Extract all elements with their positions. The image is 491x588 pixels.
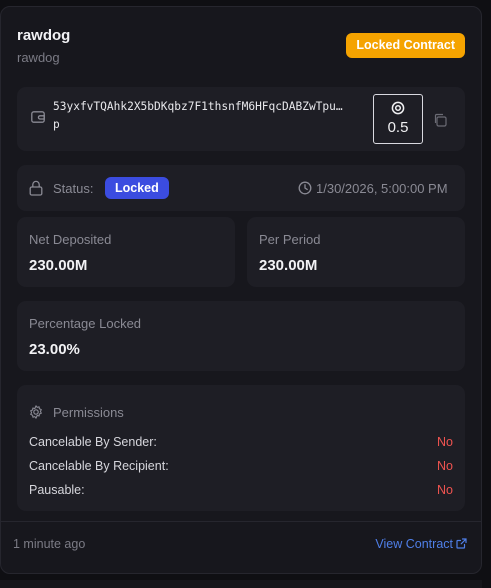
external-link-icon xyxy=(456,538,467,549)
permission-row: Cancelable By Recipient: No xyxy=(29,459,453,473)
unlock-date: 1/30/2026, 5:00:00 PM xyxy=(316,181,448,196)
permission-value: No xyxy=(437,435,453,449)
per-period-panel: Per Period 230.00M xyxy=(247,217,465,287)
clock-icon xyxy=(298,181,312,195)
per-period-label: Per Period xyxy=(259,232,321,247)
address-panel: 53yxfvTQAhk2X5bDKqbz7F1thsnfM6HFqcDABZwT… xyxy=(17,87,465,151)
permission-row: Pausable: No xyxy=(29,483,453,497)
per-period-value: 230.00M xyxy=(259,257,318,274)
permission-value: No xyxy=(437,459,453,473)
percentage-locked-panel: Percentage Locked 23.00% xyxy=(17,301,465,371)
percentage-locked-label: Percentage Locked xyxy=(29,316,142,331)
qr-code-button[interactable]: 0.5 xyxy=(373,94,423,144)
permissions-title: Permissions xyxy=(53,405,124,420)
status-label: Status: xyxy=(53,181,94,196)
contract-type-badge: Locked Contract xyxy=(346,33,465,58)
contract-card: rawdog rawdog Locked Contract 53yxfvTQAh… xyxy=(0,6,482,574)
gear-icon xyxy=(30,405,42,419)
lock-icon xyxy=(29,180,43,196)
net-deposited-panel: Net Deposited 230.00M xyxy=(17,217,235,287)
view-contract-link[interactable]: View Contract xyxy=(375,537,467,551)
percentage-locked-value: 23.00% xyxy=(29,341,80,358)
net-deposited-value: 230.00M xyxy=(29,257,88,274)
permission-row: Cancelable By Sender: No xyxy=(29,435,453,449)
permission-label: Cancelable By Recipient: xyxy=(29,459,169,473)
permission-label: Cancelable By Sender: xyxy=(29,435,157,449)
created-time-ago: 1 minute ago xyxy=(13,537,86,551)
permissions-panel: Permissions Cancelable By Sender: No Can… xyxy=(17,385,465,511)
qr-value: 0.5 xyxy=(387,119,409,136)
net-deposited-label: Net Deposited xyxy=(29,232,112,247)
contract-address: 53yxfvTQAhk2X5bDKqbz7F1thsnfM6HFqcDABZwT… xyxy=(53,98,369,134)
next-card-edge xyxy=(0,580,482,588)
permission-value: No xyxy=(437,483,453,497)
footer-divider xyxy=(1,521,481,522)
eye-icon xyxy=(391,101,405,115)
status-badge: Locked xyxy=(105,177,169,199)
permission-label: Pausable: xyxy=(29,483,85,497)
address-line-1: 53yxfvTQAhk2X5bDKqbz7F1thsnfM6HFqcDABZwT… xyxy=(53,100,343,113)
status-panel: Status: Locked 1/30/2026, 5:00:00 PM xyxy=(17,165,465,211)
copy-icon[interactable] xyxy=(433,113,447,127)
view-contract-label: View Contract xyxy=(375,537,453,551)
card-header: rawdog rawdog Locked Contract xyxy=(17,27,465,75)
wallet-icon xyxy=(31,111,45,123)
address-line-2: p xyxy=(53,118,60,131)
